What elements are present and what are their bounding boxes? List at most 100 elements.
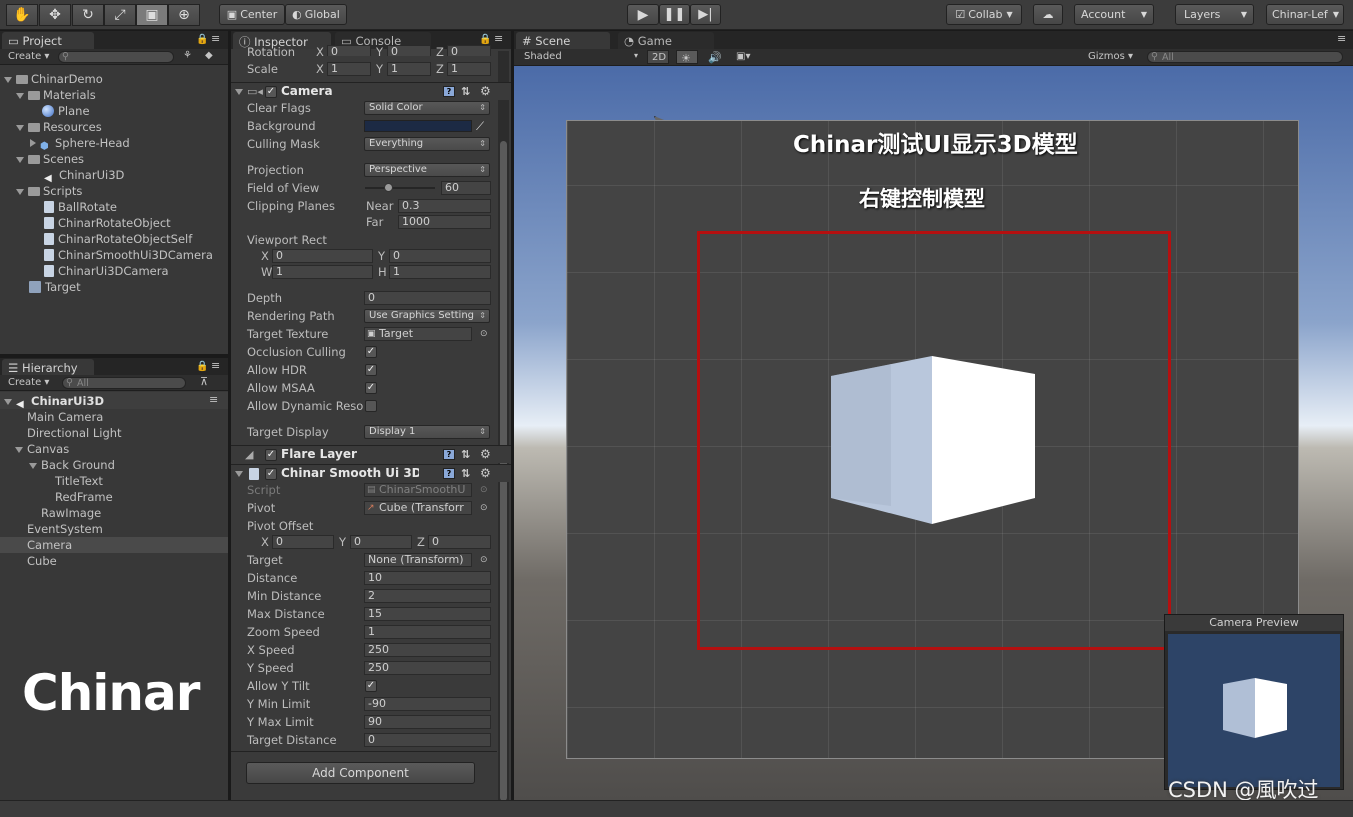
- panel-menu-icon[interactable]: ≡: [211, 32, 220, 45]
- hand-tool-icon[interactable]: ✋: [6, 4, 38, 26]
- lighting-toggle-icon[interactable]: ☀: [676, 50, 698, 65]
- settings-gear-icon[interactable]: ⚙: [480, 83, 491, 100]
- hierarchy-item-back-ground[interactable]: Back Ground: [29, 457, 115, 473]
- object-picker-icon[interactable]: ⊙: [480, 326, 488, 342]
- preset-icon[interactable]: ⇅: [461, 465, 470, 482]
- allow-dynamic-resolution-checkbox[interactable]: [365, 400, 377, 412]
- preset-icon[interactable]: ⇅: [461, 83, 470, 100]
- viewport-y-field[interactable]: 0: [389, 249, 491, 263]
- rotation-z-field[interactable]: 0: [447, 45, 491, 56]
- scene-header[interactable]: ◀ ChinarUi3D ≡: [0, 392, 228, 410]
- hierarchy-item-directional-light[interactable]: Directional Light: [27, 425, 122, 441]
- object-picker-icon[interactable]: ⊙: [480, 500, 488, 516]
- project-item-target[interactable]: Target: [29, 279, 81, 295]
- project-item-chinarrotateobjectself[interactable]: ChinarRotateObjectSelf: [44, 231, 192, 247]
- project-item-chinarui3d-scene[interactable]: ◀ ChinarUi3D: [44, 167, 124, 184]
- pivot-offset-z-field[interactable]: 0: [428, 535, 491, 549]
- y-speed-field[interactable]: 250: [364, 661, 491, 675]
- camera-enabled-checkbox[interactable]: ✓: [265, 86, 277, 98]
- rotation-x-field[interactable]: 0: [327, 45, 371, 56]
- hierarchy-item-cube[interactable]: Cube: [27, 553, 57, 569]
- tab-game[interactable]: ◔ Game: [618, 32, 714, 49]
- filter-type-icon[interactable]: ⚘: [183, 50, 192, 61]
- tab-hierarchy[interactable]: ☰ Hierarchy: [2, 359, 94, 376]
- viewport-w-field[interactable]: 1: [272, 265, 373, 279]
- pivot-field[interactable]: ↗ Cube (Transforr: [364, 501, 472, 515]
- occlusion-culling-checkbox[interactable]: ✓: [365, 346, 377, 358]
- layers-dropdown[interactable]: Layers ▼: [1175, 4, 1254, 25]
- layout-dropdown[interactable]: Chinar-Lef ▼: [1266, 4, 1344, 25]
- fov-slider-track[interactable]: [365, 187, 435, 189]
- project-create-button[interactable]: Create ▾: [4, 50, 53, 64]
- hierarchy-item-titletext[interactable]: TitleText: [55, 473, 103, 489]
- toggle-2d-button[interactable]: 2D: [647, 50, 669, 64]
- lock-icon[interactable]: 🔒: [196, 361, 208, 372]
- preset-icon[interactable]: ⇅: [461, 446, 470, 463]
- move-tool-icon[interactable]: ✥: [39, 4, 71, 26]
- project-item-chinarrotateobject[interactable]: ChinarRotateObject: [44, 215, 171, 231]
- project-item-materials[interactable]: Materials: [16, 87, 96, 103]
- viewport-x-field[interactable]: 0: [272, 249, 373, 263]
- project-search-input[interactable]: ⚲: [58, 51, 174, 63]
- tab-scene[interactable]: # Scene: [516, 32, 610, 49]
- project-item-plane[interactable]: Plane: [42, 103, 90, 119]
- flare-layer-header[interactable]: ◢ ✓ Flare Layer ? ⇅ ⚙: [231, 445, 511, 463]
- scene-menu-icon[interactable]: ≡: [209, 393, 218, 406]
- fov-slider-thumb[interactable]: [384, 183, 394, 192]
- rotation-y-field[interactable]: 0: [387, 45, 431, 56]
- hierarchy-item-canvas[interactable]: Canvas: [15, 441, 69, 457]
- project-item-resources[interactable]: Resources: [16, 119, 102, 135]
- project-item-chinarui3dcamera[interactable]: ChinarUi3DCamera: [44, 263, 169, 279]
- scale-z-field[interactable]: 1: [447, 62, 491, 76]
- scale-x-field[interactable]: 1: [327, 62, 371, 76]
- project-item-ballrotate[interactable]: BallRotate: [44, 199, 117, 215]
- help-icon[interactable]: ?: [443, 86, 455, 97]
- allow-hdr-checkbox[interactable]: ✓: [365, 364, 377, 376]
- hierarchy-item-redframe[interactable]: RedFrame: [55, 489, 113, 505]
- depth-field[interactable]: 0: [364, 291, 491, 305]
- panel-menu-icon[interactable]: ≡: [1337, 32, 1346, 45]
- min-distance-field[interactable]: 2: [364, 589, 491, 603]
- pivot-center-button[interactable]: ▣ Center: [219, 4, 285, 25]
- culling-mask-dropdown[interactable]: Everything: [364, 137, 490, 151]
- rendering-path-dropdown[interactable]: Use Graphics Setting: [364, 309, 490, 323]
- max-distance-field[interactable]: 15: [364, 607, 491, 621]
- smooth-camera-script-header[interactable]: ✓ Chinar Smooth Ui 3D ( ? ⇅ ⚙: [231, 464, 511, 482]
- project-item-sphere-head[interactable]: ⬢ Sphere-Head: [30, 135, 130, 152]
- hierarchy-item-main-camera[interactable]: Main Camera: [27, 409, 103, 425]
- project-item-scenes[interactable]: Scenes: [16, 151, 84, 167]
- eyedropper-icon[interactable]: ⟋: [476, 118, 484, 134]
- project-item-chinardemo[interactable]: ChinarDemo: [4, 71, 103, 87]
- far-plane-field[interactable]: 1000: [398, 215, 491, 229]
- settings-gear-icon[interactable]: ⚙: [480, 446, 491, 463]
- clear-flags-dropdown[interactable]: Solid Color: [364, 101, 490, 115]
- projection-dropdown[interactable]: Perspective: [364, 163, 490, 177]
- transform-tool-icon[interactable]: ⊕: [168, 4, 200, 26]
- settings-gear-icon[interactable]: ⚙: [480, 465, 491, 482]
- audio-toggle-icon[interactable]: 🔊: [704, 50, 724, 64]
- lock-icon[interactable]: 🔒: [196, 34, 208, 45]
- target-field[interactable]: None (Transform): [364, 553, 472, 567]
- y-min-field[interactable]: -90: [364, 697, 491, 711]
- hierarchy-item-eventsystem[interactable]: EventSystem: [27, 521, 103, 537]
- pivot-global-button[interactable]: ◐ Global: [285, 4, 347, 25]
- viewport-h-field[interactable]: 1: [389, 265, 491, 279]
- step-button[interactable]: ▶|: [690, 4, 721, 25]
- hierarchy-item-rawimage[interactable]: RawImage: [41, 505, 101, 521]
- allow-msaa-checkbox[interactable]: ✓: [365, 382, 377, 394]
- near-plane-field[interactable]: 0.3: [398, 199, 491, 213]
- project-item-chinarsmoothui3dcamera[interactable]: ChinarSmoothUi3DCamera: [44, 247, 213, 263]
- gizmos-dropdown[interactable]: Gizmos ▾: [1084, 50, 1140, 64]
- allow-y-tilt-checkbox[interactable]: ✓: [365, 680, 377, 692]
- play-button[interactable]: ▶: [627, 4, 659, 25]
- account-dropdown[interactable]: Account ▼: [1074, 4, 1154, 25]
- rotate-tool-icon[interactable]: ↻: [72, 4, 104, 26]
- camera-component-header[interactable]: ▭◂ ✓ Camera ? ⇅ ⚙: [231, 82, 511, 100]
- object-picker-icon[interactable]: ⊙: [480, 552, 488, 568]
- smooth-script-checkbox[interactable]: ✓: [265, 468, 277, 480]
- distance-field[interactable]: 10: [364, 571, 491, 585]
- scale-tool-icon[interactable]: ⤢: [104, 4, 136, 26]
- pause-button[interactable]: ❚❚: [659, 4, 690, 25]
- rect-tool-icon[interactable]: ▣: [136, 4, 168, 26]
- shading-mode-dropdown[interactable]: Shaded ▾: [520, 50, 640, 64]
